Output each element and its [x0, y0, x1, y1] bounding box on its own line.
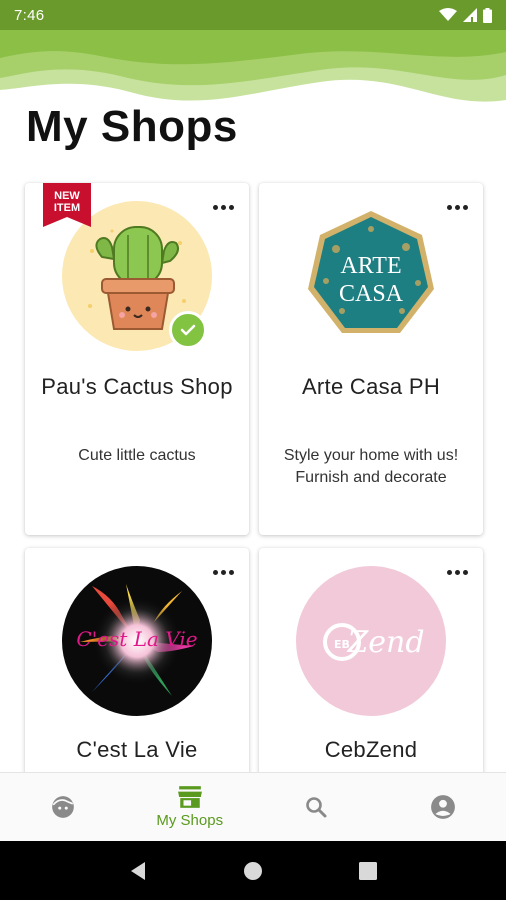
back-icon: [130, 861, 145, 880]
nav-item-my-shops[interactable]: My Shops: [127, 773, 254, 841]
status-time: 7:46: [14, 6, 45, 24]
status-bar: 7:46: [0, 0, 506, 30]
arte-casa-logo-text-1: ARTE: [340, 253, 401, 279]
shop-card-arte-casa-ph[interactable]: ARTE CASA Arte Casa PH Style your home w…: [259, 183, 483, 535]
status-icons: [439, 7, 492, 23]
verified-check-icon: [169, 311, 207, 349]
more-options-button[interactable]: [211, 568, 235, 576]
nav-label-my-shops: My Shops: [156, 812, 224, 829]
nav-item-face[interactable]: [0, 773, 127, 841]
shop-name: Arte Casa PH: [301, 374, 441, 399]
shop-description: Cute little cactus: [78, 447, 196, 464]
cest-la-vie-logo: C'est La Vie: [62, 566, 212, 716]
arte-casa-logo: ARTE CASA: [308, 211, 434, 333]
arte-casa-logo-text-2: CASA: [339, 281, 404, 307]
shop-card-cest-la-vie[interactable]: C'est La Vie C'est La Vie: [25, 548, 249, 778]
shop-card-cebzend[interactable]: EB Zend CebZend: [259, 548, 483, 778]
shop-name: C'est La Vie: [76, 737, 198, 762]
shop-name: CebZend: [324, 737, 418, 762]
shop-name: Pau's Cactus Shop: [41, 374, 233, 399]
store-icon: [177, 786, 202, 808]
wifi-icon: [439, 8, 457, 21]
shop-card-paus-cactus-shop[interactable]: NEW ITEM Pau's Cactus Shop Cute little c…: [25, 183, 249, 535]
system-navigation-bar: [0, 841, 506, 900]
more-options-button[interactable]: [211, 203, 235, 211]
home-icon: [243, 861, 262, 880]
more-options-button[interactable]: [445, 203, 469, 211]
cest-la-vie-logo-text: C'est La Vie: [76, 627, 197, 651]
recents-icon: [359, 861, 378, 880]
cebzend-logo: EB Zend: [296, 566, 446, 716]
shop-description: Style your home with us! Furnish and dec…: [283, 447, 459, 486]
new-item-ribbon-text: NEW ITEM: [53, 190, 81, 214]
bottom-navigation: My Shops: [0, 772, 506, 841]
more-options-button[interactable]: [445, 568, 469, 576]
recents-button[interactable]: [348, 851, 388, 891]
home-button[interactable]: [233, 851, 273, 891]
back-button[interactable]: [118, 851, 158, 891]
face-icon: [52, 796, 75, 818]
cell-signal-icon: [463, 8, 477, 22]
search-icon: [306, 797, 327, 818]
nav-item-search[interactable]: [253, 773, 380, 841]
cebzend-logo-text: Zend: [346, 625, 424, 660]
battery-icon: [483, 7, 492, 23]
page-title: My Shops: [26, 102, 238, 151]
header-wave: [0, 30, 506, 102]
nav-item-account[interactable]: [380, 773, 506, 841]
account-icon: [430, 795, 455, 819]
